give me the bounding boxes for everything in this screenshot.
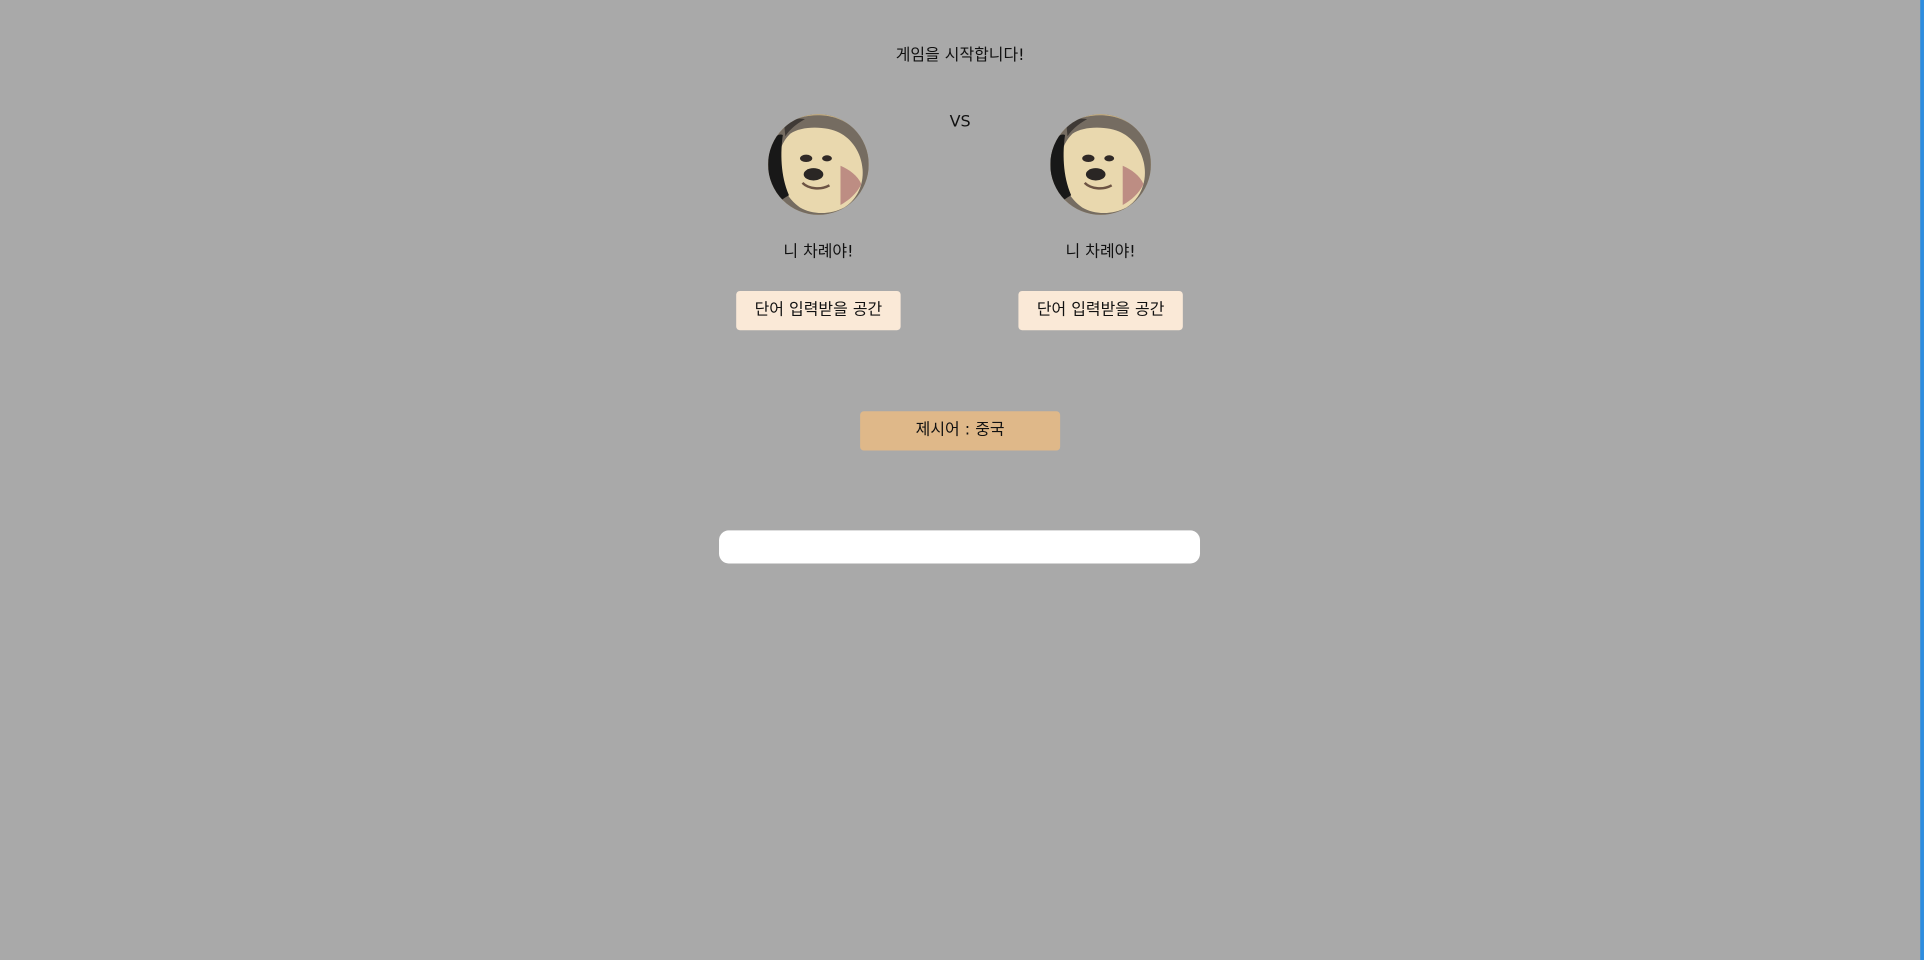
player-2-turn-text: 니 차례야! [1065, 243, 1136, 262]
dog-avatar-icon [768, 114, 869, 215]
player-1-dog-avatar [768, 114, 869, 215]
player-1-word-box: 단어 입력받을 공간 [736, 290, 901, 331]
player-1-panel: 니 차례야! 단어 입력받을 공간 [736, 114, 901, 335]
player-2-panel: 니 차례야! 단어 입력받을 공간 [1018, 114, 1183, 335]
player-2-dog-avatar [1050, 114, 1151, 215]
dog-avatar-icon [1050, 114, 1151, 215]
player-2-word-box: 단어 입력받을 공간 [1018, 290, 1183, 331]
answer-input[interactable] [719, 530, 1201, 564]
window-edge-accent [1920, 0, 1924, 960]
player-1-turn-text: 니 차례야! [783, 243, 854, 262]
versus-label: VS [949, 112, 971, 132]
game-start-message: 게임을 시작합니다! [895, 46, 1025, 66]
prompt-word-badge: 제시어 : 중국 [860, 411, 1061, 451]
game-screen: 게임을 시작합니다! VS 니 차례야! 단어 입력받을 공간 니 차례야! 단… [0, 0, 1924, 960]
